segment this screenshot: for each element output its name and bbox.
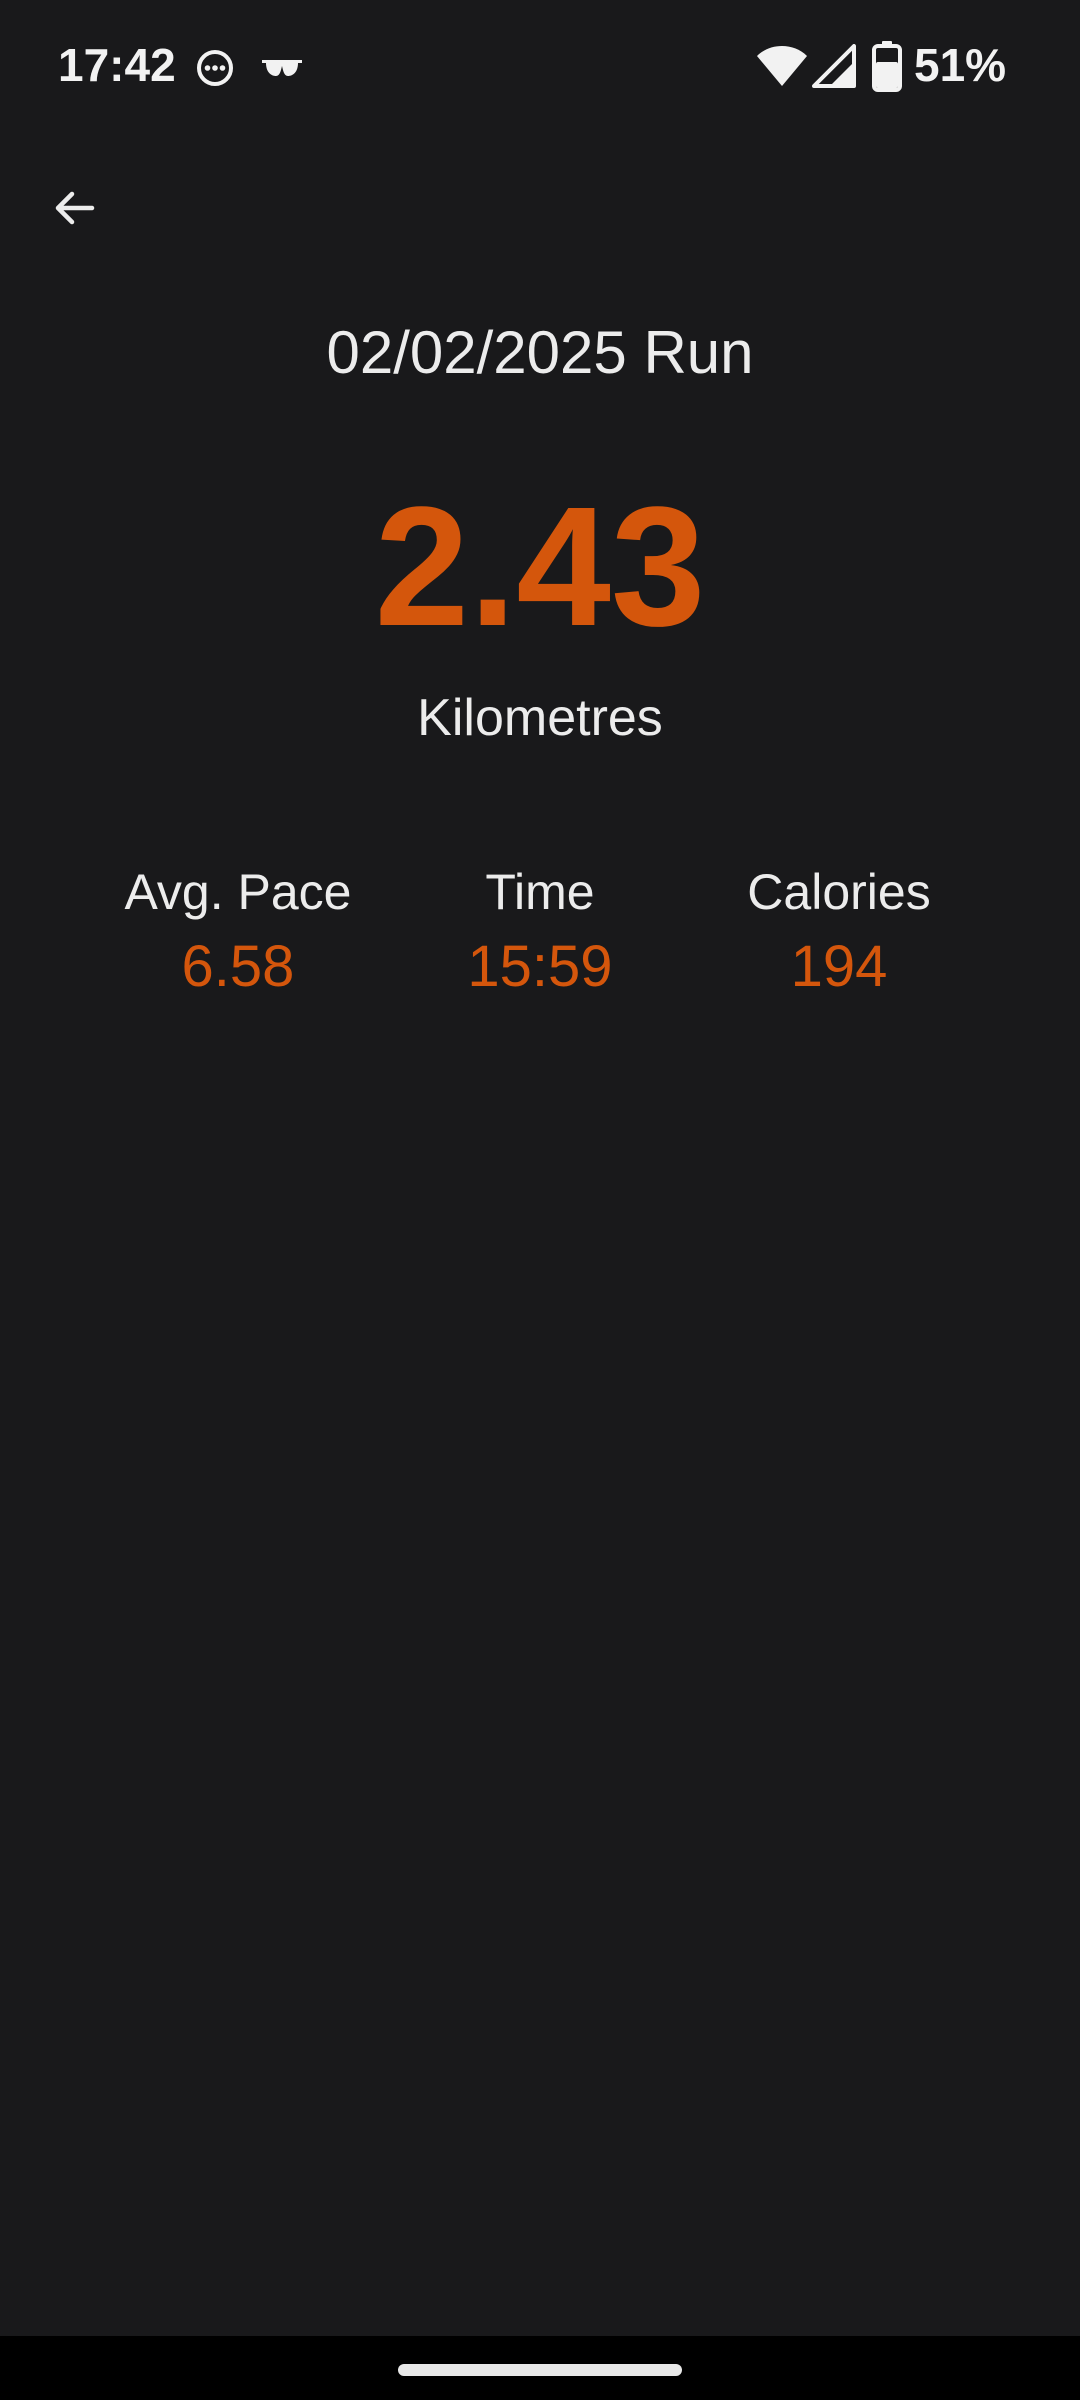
status-bar: 17:42 51%: [0, 0, 1080, 130]
battery-percent: 51%: [914, 39, 1007, 91]
avg-pace-label: Avg. Pace: [124, 864, 352, 920]
run-detail-screen: 17:42 51% 02/02/2025 Run 2.43 Kilometres…: [0, 0, 1080, 2400]
back-button[interactable]: [36, 170, 112, 246]
navigation-bar: [0, 2336, 1080, 2400]
avg-pace-value: 6.58: [181, 934, 295, 999]
stat-avg-pace: Avg. Pace 6.58: [88, 862, 388, 1002]
stat-calories: Calories 194: [689, 862, 989, 1002]
distance-unit-label: Kilometres: [417, 689, 663, 747]
time-label: Time: [485, 864, 595, 920]
home-gesture-handle[interactable]: [398, 2364, 682, 2376]
stat-time: Time 15:59: [390, 862, 690, 1002]
calories-value: 194: [790, 934, 888, 999]
distance-value: 2.43: [374, 472, 706, 662]
time-value: 15:59: [467, 934, 613, 999]
status-time: 17:42: [58, 39, 176, 91]
signal-icon: [812, 44, 856, 88]
calories-label: Calories: [747, 864, 931, 920]
battery-icon: [872, 41, 902, 92]
wifi-icon: [757, 46, 807, 86]
arrow-left-icon: [55, 191, 95, 225]
chat-bubble-icon: [197, 50, 233, 86]
glasses-icon: [262, 60, 302, 76]
run-title: 02/02/2025 Run: [326, 319, 754, 386]
